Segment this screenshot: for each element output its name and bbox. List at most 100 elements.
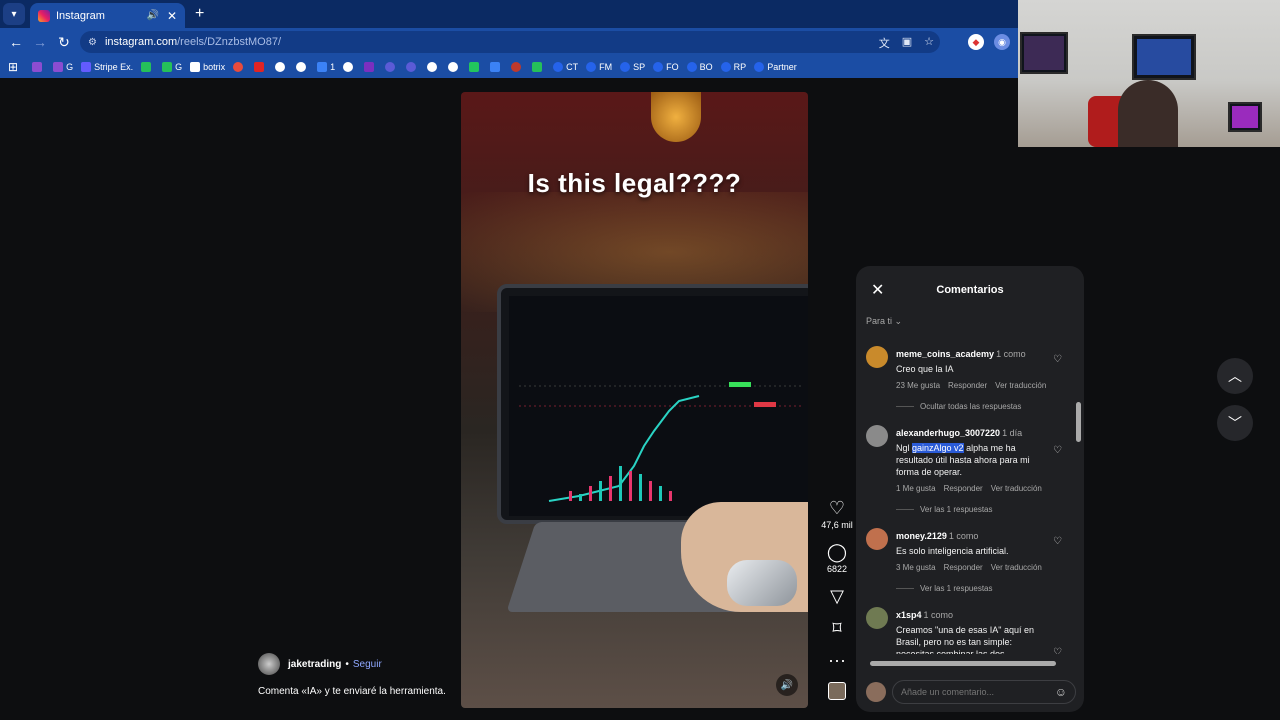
- scrollbar-thumb[interactable]: [1076, 402, 1081, 442]
- comment-likes[interactable]: 23 Me gusta: [896, 381, 940, 390]
- comment-username[interactable]: alexanderhugo_3007220: [896, 428, 1000, 438]
- bookmark-item[interactable]: [141, 62, 154, 72]
- bookmark-item[interactable]: [364, 62, 377, 72]
- bookmark-item[interactable]: [233, 62, 246, 72]
- bookmark-item[interactable]: [32, 62, 45, 72]
- bookmark-item[interactable]: RP: [720, 62, 746, 72]
- reply-button[interactable]: Responder: [944, 484, 983, 493]
- like-button[interactable]: ♡ 47,6 mil: [821, 498, 853, 530]
- cast-icon[interactable]: ▣: [902, 35, 912, 51]
- bookmark-favicon-icon: [469, 62, 480, 72]
- share-button[interactable]: ▽: [830, 586, 844, 606]
- reel-video[interactable]: Is this legal???? 🔊: [461, 92, 808, 708]
- tab-close-icon[interactable]: ✕: [167, 9, 177, 23]
- comment-username[interactable]: x1sp4: [896, 610, 922, 620]
- comments-horizontal-scrollbar[interactable]: [866, 660, 1072, 666]
- extension-icon[interactable]: ◆: [968, 34, 984, 50]
- comment-username[interactable]: money.2129: [896, 531, 947, 541]
- more-options-button[interactable]: ···: [828, 650, 846, 670]
- heart-icon[interactable]: ♡: [1053, 354, 1062, 365]
- toggle-replies[interactable]: Ver las 1 respuestas: [856, 505, 1076, 514]
- bookmark-item[interactable]: 1: [317, 62, 335, 72]
- bookmark-favicon-icon: [343, 62, 354, 72]
- next-reel-button[interactable]: ﹀: [1217, 405, 1253, 441]
- reply-button[interactable]: Responder: [944, 563, 983, 572]
- site-info-icon[interactable]: ⚙: [88, 37, 97, 48]
- previous-reel-button[interactable]: ︿: [1217, 358, 1253, 394]
- bookmark-item[interactable]: [385, 62, 398, 72]
- comment-input-box[interactable]: ☺: [892, 680, 1076, 704]
- bookmark-item[interactable]: [406, 62, 419, 72]
- forward-button[interactable]: →: [28, 34, 52, 50]
- apps-grid-icon[interactable]: ⊞: [8, 60, 18, 74]
- new-tab-button[interactable]: +: [195, 5, 204, 23]
- address-bar[interactable]: ⚙ instagram.com/reels/DZnzbstMO87/ 文 ▣ ☆: [80, 31, 940, 53]
- bookmark-item[interactable]: [296, 62, 309, 72]
- follow-button[interactable]: Seguir: [353, 659, 382, 670]
- comment-likes[interactable]: 3 Me gusta: [896, 563, 936, 572]
- bookmark-item[interactable]: [254, 62, 267, 72]
- toggle-replies[interactable]: Ocultar todas las respuestas: [856, 402, 1076, 411]
- comment-input[interactable]: [901, 687, 1055, 697]
- webcam-person: [1118, 80, 1178, 147]
- save-button[interactable]: ⌑: [832, 618, 841, 638]
- audio-playing-icon[interactable]: 🔊: [146, 10, 158, 21]
- reply-button[interactable]: Responder: [948, 381, 987, 390]
- comment-avatar[interactable]: [866, 346, 888, 368]
- bookmark-label: Stripe Ex.: [94, 62, 134, 72]
- bookmark-item[interactable]: CT: [553, 62, 578, 72]
- heart-icon[interactable]: ♡: [1053, 647, 1062, 654]
- video-laptop: [497, 284, 808, 524]
- comments-sort-dropdown[interactable]: Para ti ⌄: [856, 316, 1084, 327]
- bookmark-item[interactable]: Stripe Ex.: [81, 62, 133, 72]
- bookmark-favicon-icon: [254, 62, 265, 72]
- comment-button[interactable]: ◯ 6822: [827, 542, 847, 574]
- heart-icon[interactable]: ♡: [1053, 536, 1062, 547]
- scrollbar-thumb[interactable]: [870, 661, 1056, 666]
- bookmark-item[interactable]: G: [53, 62, 73, 72]
- back-button[interactable]: ←: [4, 34, 28, 50]
- author-username[interactable]: jaketrading: [288, 659, 341, 670]
- comment-likes[interactable]: 1 Me gusta: [896, 484, 936, 493]
- bookmark-item[interactable]: G: [162, 62, 182, 72]
- tab-search-button[interactable]: ▾: [3, 3, 25, 25]
- translate-button[interactable]: Ver traducción: [991, 484, 1042, 493]
- bookmark-label: FO: [666, 62, 679, 72]
- bookmark-item[interactable]: FM: [586, 62, 612, 72]
- audio-thumbnail[interactable]: [828, 682, 846, 700]
- volume-icon[interactable]: 🔊: [776, 674, 798, 696]
- bookmark-item[interactable]: BO: [686, 62, 713, 72]
- bookmark-favicon-icon: [53, 62, 64, 72]
- toggle-replies[interactable]: Ver las 1 respuestas: [856, 584, 1076, 593]
- close-icon[interactable]: ✕: [871, 280, 884, 300]
- comment-text: Es solo inteligencia artificial.: [896, 546, 1009, 556]
- bookmark-item[interactable]: [275, 62, 288, 72]
- bookmark-item[interactable]: botrix: [190, 62, 225, 72]
- bookmark-item[interactable]: [343, 62, 356, 72]
- bookmark-item[interactable]: FO: [653, 62, 679, 72]
- bookmark-item[interactable]: [511, 62, 524, 72]
- comment-avatar[interactable]: [866, 528, 888, 550]
- bookmark-item[interactable]: [532, 62, 545, 72]
- bookmark-item[interactable]: [427, 62, 440, 72]
- bookmark-item[interactable]: [490, 62, 503, 72]
- comment-avatar[interactable]: [866, 425, 888, 447]
- translate-button[interactable]: Ver traducción: [991, 563, 1042, 572]
- emoji-icon[interactable]: ☺: [1055, 685, 1067, 699]
- bookmark-item[interactable]: [448, 62, 461, 72]
- author-avatar[interactable]: [258, 653, 280, 675]
- comment-username[interactable]: meme_coins_academy: [896, 349, 994, 359]
- bookmark-item[interactable]: Partner: [754, 62, 797, 72]
- bookmark-favicon-icon: [720, 62, 731, 72]
- translate-icon[interactable]: 文: [879, 35, 890, 51]
- bookmark-item[interactable]: [469, 62, 482, 72]
- translate-button[interactable]: Ver traducción: [995, 381, 1046, 390]
- tab-instagram[interactable]: Instagram 🔊 ✕: [30, 3, 185, 28]
- comment-avatar[interactable]: [866, 607, 888, 629]
- extension-icon-2[interactable]: ◉: [994, 34, 1010, 50]
- bookmark-star-icon[interactable]: ☆: [924, 35, 934, 51]
- reload-button[interactable]: ↻: [52, 34, 76, 51]
- heart-icon[interactable]: ♡: [1053, 445, 1062, 456]
- bookmark-item[interactable]: SP: [620, 62, 645, 72]
- comments-scrollbar[interactable]: [1076, 396, 1082, 712]
